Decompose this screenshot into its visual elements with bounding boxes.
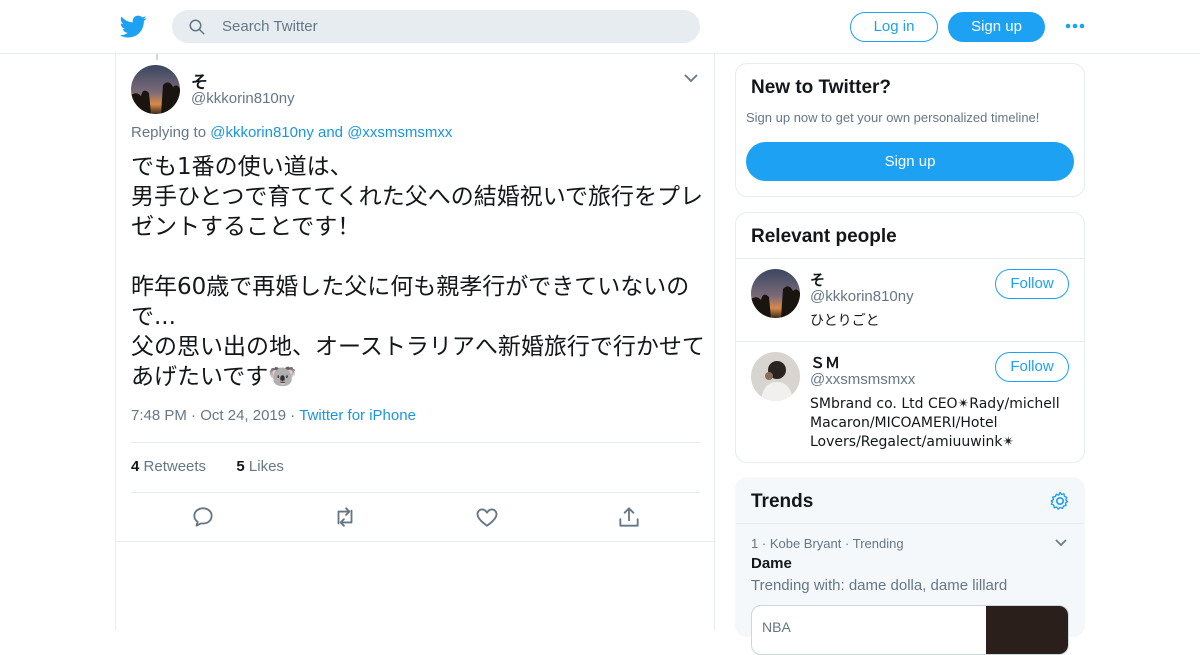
retweet-icon[interactable] <box>332 504 358 530</box>
new-to-twitter-card: New to Twitter? Sign up now to get your … <box>735 63 1085 197</box>
chevron-down-icon[interactable] <box>683 72 699 84</box>
divider <box>736 341 1084 342</box>
retweet-stat[interactable]: 4 Retweets <box>131 458 206 475</box>
like-stat[interactable]: 5 Likes <box>236 458 284 475</box>
like-icon[interactable] <box>474 504 500 530</box>
new-to-twitter-subtitle: Sign up now to get your own personalized… <box>746 110 1040 125</box>
avatar-photo <box>751 269 800 318</box>
divider <box>736 523 1084 524</box>
tweet-column: そ @kkkorin810ny Replying to @kkkorin810n… <box>115 54 716 630</box>
trends-card: Trends 1 · Kobe Bryant · Trending Dame T… <box>735 477 1085 655</box>
reply-and-link[interactable]: and <box>318 124 343 141</box>
follow-button[interactable]: Follow <box>995 352 1069 382</box>
trends-title: Trends <box>751 491 814 512</box>
relevant-people-title: Relevant people <box>751 226 897 247</box>
twitter-bird-icon[interactable] <box>120 13 147 40</box>
like-label: Likes <box>248 458 284 475</box>
tweet-timestamp: 7:48 PM · Oct 24, 2019 · Twitter for iPh… <box>131 407 416 424</box>
meta-separator: · <box>191 407 197 424</box>
tweet-date[interactable]: Oct 24, 2019 <box>200 407 286 424</box>
follow-button[interactable]: Follow <box>995 269 1069 299</box>
search-input[interactable] <box>222 10 682 43</box>
relevant-people-card: Relevant people そ @kkkorin810ny ひとりごと Fo… <box>735 212 1085 463</box>
share-icon[interactable] <box>616 504 642 530</box>
meta-separator: · <box>845 536 850 551</box>
divider <box>131 442 700 443</box>
meta-separator: · <box>290 407 296 424</box>
divider <box>736 258 1084 259</box>
person-handle[interactable]: @xxsmsmsmxx <box>810 371 915 388</box>
trend-name[interactable]: Dame <box>751 555 792 572</box>
tweet-source-link[interactable]: Twitter for iPhone <box>299 407 416 424</box>
trend-news-card[interactable]: NBA <box>751 605 1069 655</box>
gear-icon[interactable] <box>1049 490 1071 512</box>
tweet-text: でも1番の使い道は、 男手ひとつで育ててくれた父への結婚祝いで旅行をプレゼントす… <box>131 154 705 390</box>
tweet-stats: 4 Retweets 5 Likes <box>131 458 284 475</box>
person-name[interactable]: ＳＭ <box>810 352 840 373</box>
divider <box>131 492 700 493</box>
tweet-actions <box>116 504 716 530</box>
reply-icon[interactable] <box>190 504 216 530</box>
thread-connector <box>156 54 158 60</box>
sidebar-signup-button[interactable]: Sign up <box>746 142 1074 181</box>
trend-card-label: NBA <box>762 619 791 635</box>
person-bio: ひとりごと <box>810 313 880 329</box>
chevron-down-icon[interactable] <box>1054 538 1068 548</box>
avatar-photo <box>131 65 180 114</box>
retweet-label: Retweets <box>143 458 207 475</box>
meta-separator: · <box>761 536 767 551</box>
signup-button[interactable]: Sign up <box>948 12 1045 42</box>
new-to-twitter-title: New to Twitter? <box>751 77 892 98</box>
retweet-count: 4 <box>131 458 140 475</box>
search-icon <box>189 19 205 35</box>
tweet-author-handle[interactable]: @kkkorin810ny <box>191 90 295 107</box>
reply-mention-link[interactable]: @kkkorin810ny <box>210 124 314 141</box>
trend-context: 1 · Kobe Bryant · Trending <box>751 536 904 551</box>
trend-rank: 1 <box>751 536 759 551</box>
more-dots-icon[interactable] <box>1064 17 1086 35</box>
like-count: 5 <box>236 458 245 475</box>
trend-related: Trending with: dame dolla, dame lillard <box>751 577 1008 594</box>
avatar-photo <box>751 352 800 401</box>
person-handle[interactable]: @kkkorin810ny <box>810 288 914 305</box>
replying-prefix: Replying to <box>131 124 207 141</box>
trend-card-image <box>986 606 1068 654</box>
replying-to: Replying to @kkkorin810ny and @xxsmsmsmx… <box>131 124 452 141</box>
person-bio: SMbrand co. Ltd CEO✴Rady/michell Macaron… <box>810 396 1060 450</box>
search-box[interactable] <box>172 10 700 43</box>
trend-status: Trending <box>852 536 904 551</box>
trend-context-label: Kobe Bryant <box>769 536 842 551</box>
divider <box>116 541 716 542</box>
avatar[interactable] <box>751 352 800 401</box>
person-name[interactable]: そ <box>810 269 825 290</box>
avatar[interactable] <box>131 65 180 114</box>
login-button[interactable]: Log in <box>850 12 938 42</box>
avatar[interactable] <box>751 269 800 318</box>
top-navigation-bar: Log in Sign up <box>0 0 1200 54</box>
tweet-time[interactable]: 7:48 PM <box>131 407 187 424</box>
reply-mention-link[interactable]: @xxsmsmsmxx <box>347 124 452 141</box>
